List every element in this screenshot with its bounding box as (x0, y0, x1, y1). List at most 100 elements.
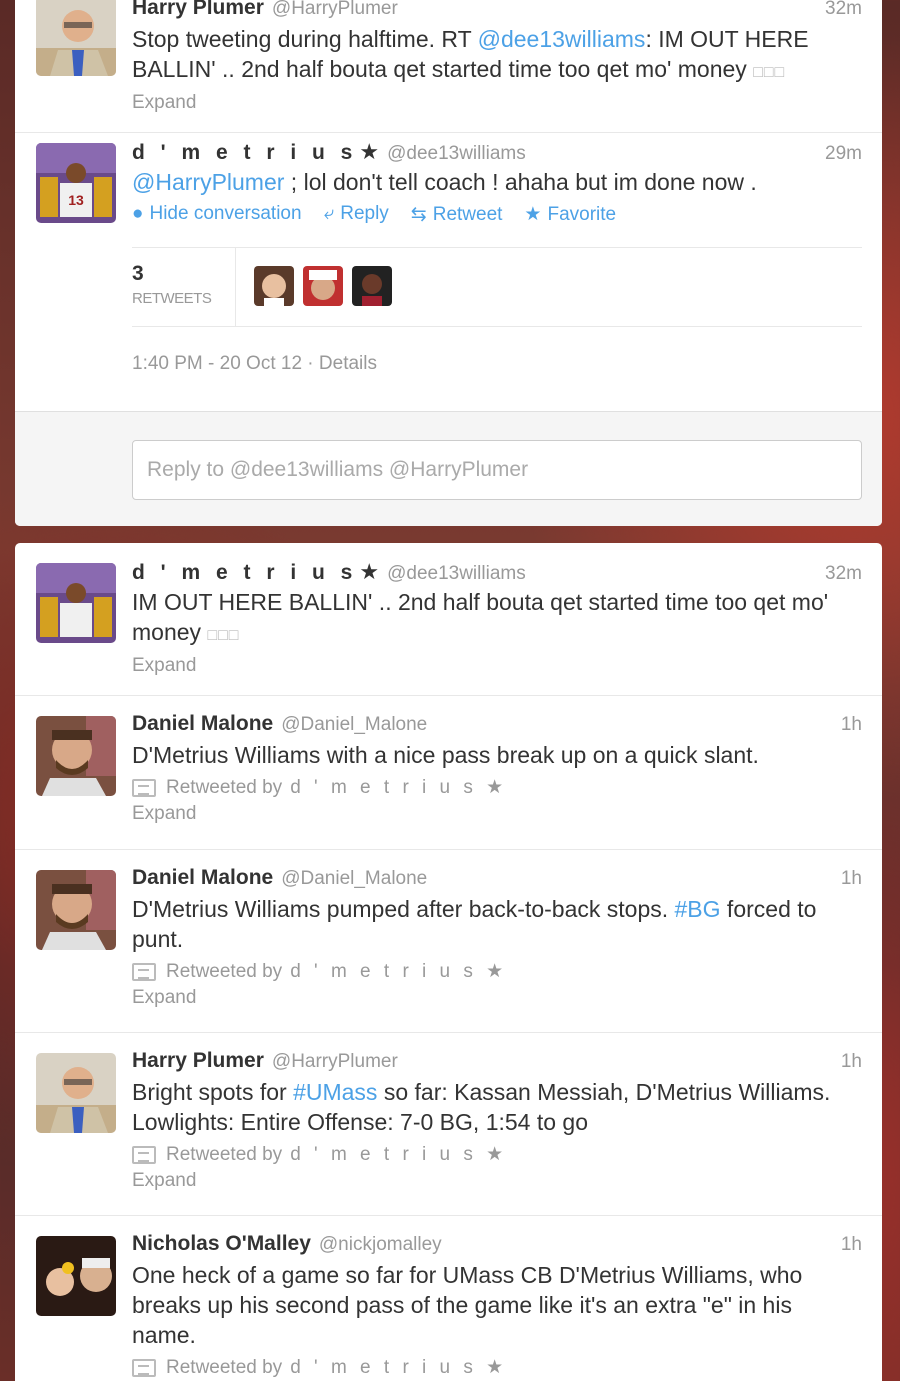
user-handle[interactable]: @HarryPlumer (272, 0, 398, 20)
tweet-time[interactable]: 1h (841, 714, 862, 736)
user-name[interactable]: Daniel Malone (132, 866, 273, 890)
avatar[interactable] (36, 1053, 116, 1133)
retweet-label: Retweet (432, 204, 503, 225)
tweet-time[interactable]: 32m (825, 563, 862, 585)
retweet-box-icon (132, 1358, 156, 1377)
retweet-icon: ⇆ (410, 204, 427, 225)
retweeter-avatars (254, 266, 392, 306)
tweet-header: Daniel Malone @Daniel_Malone 1h (132, 712, 862, 740)
retweeted-by: Retweeted by d ' m e t r i u s ★ (132, 960, 862, 983)
tweet-text-part: D'Metrius Williams pumped after back-to-… (132, 896, 675, 922)
star-icon: ★ (359, 559, 380, 584)
expand-link[interactable]: Expand (132, 803, 862, 825)
avatar[interactable] (36, 1236, 116, 1316)
tweet-time[interactable]: 1h (841, 1051, 862, 1073)
avatar[interactable]: 13 (36, 143, 116, 223)
retweet-count-label: RETWEETS (132, 290, 212, 307)
tweet-time[interactable]: 32m (825, 0, 862, 20)
expand-link[interactable]: Expand (132, 1170, 862, 1192)
hide-conversation-button[interactable]: ● Hide conversation (132, 203, 302, 226)
avatar[interactable] (36, 870, 116, 950)
tweet-text-part: ; lol don't tell coach ! ahaha but im do… (284, 169, 757, 195)
tweet-time[interactable]: 29m (825, 143, 862, 165)
user-name[interactable]: Harry Plumer (132, 1049, 264, 1073)
reply-area: Reply to @dee13williams @HarryPlumer (15, 411, 882, 526)
hashtag-link[interactable]: #BG (675, 896, 721, 922)
hashtag-link[interactable]: #UMass (293, 1079, 377, 1105)
user-handle[interactable]: @Daniel_Malone (281, 868, 427, 890)
avatar[interactable] (303, 266, 343, 306)
tweet-text: IM OUT HERE BALLIN' .. 2nd half bouta qe… (132, 587, 862, 651)
tweet-actions: ● Hide conversation ⤶ Reply ⇆ Retweet ★ Favo… (132, 203, 862, 226)
tweet-text-part: Stop tweeting during halftime. RT (132, 26, 478, 52)
timestamp[interactable]: 1:40 PM - 20 Oct 12 (132, 353, 302, 374)
tweet[interactable]: Harry Plumer @HarryPlumer 1h Bright spot… (15, 1033, 882, 1216)
retweet-box-icon (132, 962, 156, 981)
reply-button[interactable]: ⤶ Reply (324, 203, 389, 226)
avatar[interactable] (36, 716, 116, 796)
retweet-box-icon (132, 778, 156, 797)
tweet-header: Harry Plumer @HarryPlumer 1h (132, 1049, 862, 1077)
reply-arrow-icon: ⤶ (323, 203, 335, 224)
retweet-button[interactable]: ⇆ Retweet (411, 203, 503, 226)
tweet[interactable]: Daniel Malone @Daniel_Malone 1h D'Metriu… (15, 696, 882, 850)
tweet-time[interactable]: 1h (841, 868, 862, 890)
reply-label: Reply (340, 203, 389, 224)
star-icon: ★ (359, 139, 380, 164)
user-handle[interactable]: @Daniel_Malone (281, 714, 427, 736)
user-name[interactable]: Harry Plumer (132, 0, 264, 20)
tweet-text: D'Metrius Williams with a nice pass brea… (132, 742, 759, 768)
user-handle[interactable]: @HarryPlumer (272, 1051, 398, 1073)
expand-link[interactable]: Expand (132, 655, 862, 677)
user-handle[interactable]: @dee13williams (387, 563, 526, 585)
mention-link[interactable]: @HarryPlumer (132, 169, 284, 195)
favorite-button[interactable]: ★ Favorite (524, 203, 616, 226)
star-icon: ★ (524, 204, 542, 225)
user-handle[interactable]: @dee13williams (387, 143, 526, 165)
avatar[interactable] (254, 266, 294, 306)
user-name[interactable]: d ' m e t r i u s (132, 561, 357, 585)
retweeted-by-label: Retweeted by (166, 960, 283, 982)
tweet[interactable]: Harry Plumer @HarryPlumer 32m Stop tweet… (15, 0, 882, 133)
avatar[interactable] (36, 563, 116, 643)
details-link[interactable]: Details (319, 353, 377, 374)
speech-bubble-icon: ● (132, 203, 144, 224)
tweet-header: Daniel Malone @Daniel_Malone 1h (132, 866, 862, 894)
emoji-placeholder: □□□ (753, 64, 786, 81)
tweet[interactable]: Daniel Malone @Daniel_Malone 1h D'Metriu… (15, 850, 882, 1033)
retweeter-link[interactable]: d ' m e t r i u s ★ (290, 1143, 507, 1166)
retweeter-link[interactable]: d ' m e t r i u s ★ (290, 960, 507, 983)
hide-conversation-label: Hide conversation (149, 203, 302, 224)
avatar[interactable] (36, 0, 116, 76)
tweet-header: d ' m e t r i u s ★ @dee13williams 32m (132, 559, 862, 587)
expand-link[interactable]: Expand (132, 987, 862, 1009)
tweet[interactable]: Nicholas O'Malley @nickjomalley 1h One h… (15, 1216, 882, 1381)
retweeted-by-label: Retweeted by (166, 776, 283, 798)
tweet-header: d ' m e t r i u s ★ @dee13williams 29m (132, 139, 862, 167)
user-name[interactable]: Nicholas O'Malley (132, 1232, 311, 1256)
tweet-header: Harry Plumer @HarryPlumer 32m (132, 0, 862, 24)
retweeter-link[interactable]: d ' m e t r i u s ★ (290, 1356, 507, 1379)
tweet-timestamp: 1:40 PM - 20 Oct 12 · Details (132, 353, 377, 375)
tweet[interactable]: d ' m e t r i u s ★ @dee13williams 32m I… (15, 543, 882, 696)
tweet-text: Stop tweeting during halftime. RT @dee13… (132, 24, 862, 88)
svg-text:13: 13 (68, 192, 84, 208)
user-name[interactable]: d ' m e t r i u s (132, 141, 357, 165)
retweet-count[interactable]: 3 (132, 262, 144, 286)
retweeted-by: Retweeted by d ' m e t r i u s ★ (132, 1143, 862, 1166)
retweeted-by: Retweeted by d ' m e t r i u s ★ (132, 776, 862, 799)
user-handle[interactable]: @nickjomalley (319, 1234, 442, 1256)
retweeter-link[interactable]: d ' m e t r i u s ★ (290, 776, 507, 799)
avatar[interactable] (352, 266, 392, 306)
expand-link[interactable]: Expand (132, 92, 862, 114)
emoji-placeholder: □□□ (207, 627, 240, 644)
timeline-card: d ' m e t r i u s ★ @dee13williams 32m I… (15, 543, 882, 1381)
tweet-time[interactable]: 1h (841, 1234, 862, 1256)
retweeted-by: Retweeted by d ' m e t r i u s ★ (132, 1356, 862, 1379)
retweet-stats: 3 RETWEETS (132, 247, 862, 327)
mention-link[interactable]: @dee13williams (478, 26, 646, 52)
conversation-card: Harry Plumer @HarryPlumer 32m Stop tweet… (15, 0, 882, 526)
user-name[interactable]: Daniel Malone (132, 712, 273, 736)
reply-input[interactable]: Reply to @dee13williams @HarryPlumer (132, 440, 862, 500)
tweet-header: Nicholas O'Malley @nickjomalley 1h (132, 1232, 862, 1260)
